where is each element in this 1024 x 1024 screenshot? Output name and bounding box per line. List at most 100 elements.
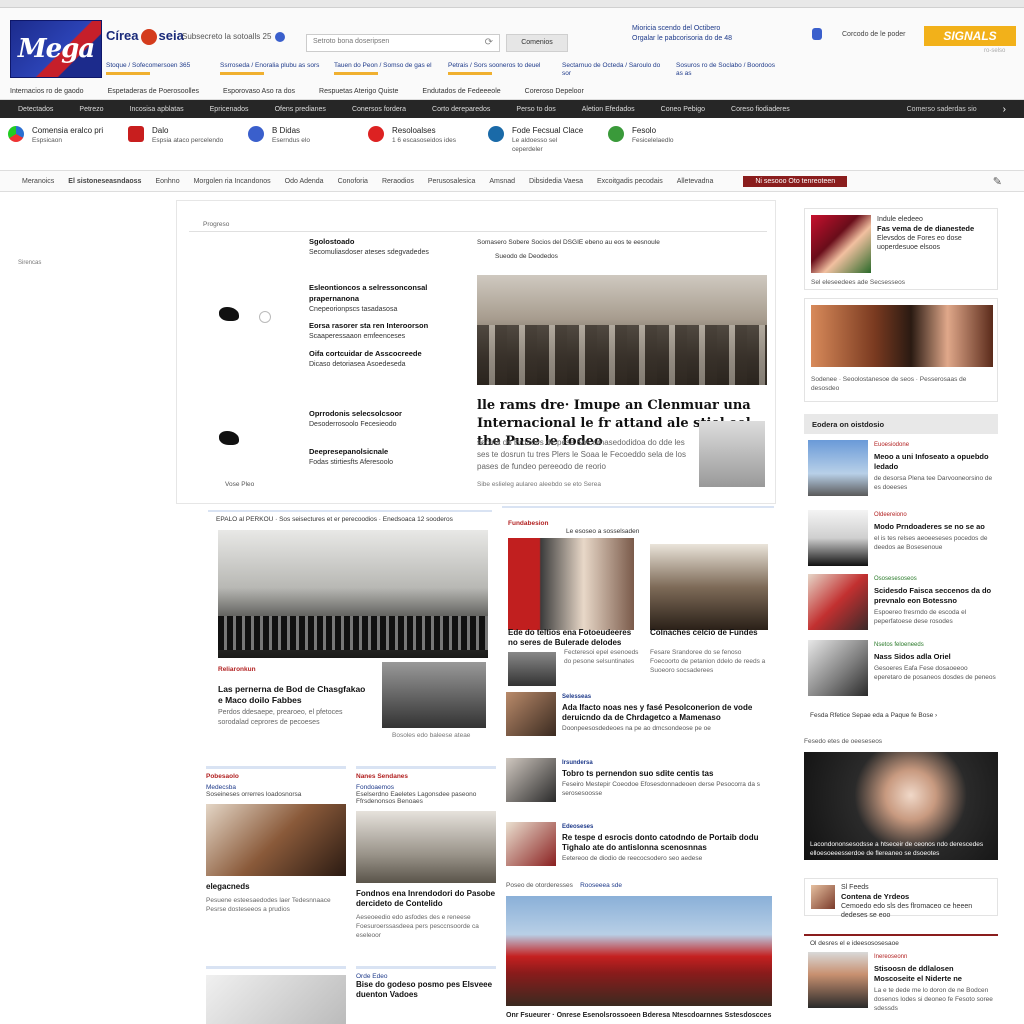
story-image[interactable] — [218, 530, 488, 658]
sidebar-top-story[interactable]: Indule eledeeo Fas vema de de dianestede E… — [804, 208, 998, 290]
column-story[interactable] — [206, 966, 346, 1024]
sponsor-banner[interactable]: SIGNALS — [924, 26, 1016, 46]
feature-item[interactable]: B Didas Eserndus elo — [248, 126, 348, 162]
story-category[interactable]: Fundabesion — [508, 520, 548, 527]
story-image[interactable] — [508, 538, 634, 630]
quick-link[interactable]: Petrais / Sors sooneros to deuel — [448, 62, 552, 82]
tab[interactable]: Odo Adenda — [285, 178, 324, 185]
sidebar-row-title: Scidesdo Faisca seccenos da do prevnalo … — [874, 586, 992, 605]
tab[interactable]: Meranoics — [22, 178, 54, 185]
live-button[interactable]: Ni sesooo Oto tenreoteen — [743, 175, 848, 187]
feature-sub: Fesicelelaedlo — [632, 137, 674, 144]
feature-icon — [248, 126, 264, 142]
quick-link[interactable]: Sosuros ro de Soclabo / Boordoos as as — [676, 62, 780, 82]
site-header: Mega Círea seia Subsecreto la sotoalls 25… — [0, 8, 1024, 100]
protest-image[interactable] — [506, 896, 772, 1006]
sidebar-row[interactable]: Ososesesoseos Scidesdo Faisca seccenos da… — [808, 574, 996, 634]
hero-list-item[interactable]: Eorsa rasorer sta ren Interoorson Scaaper… — [199, 321, 475, 342]
nav-item[interactable]: Ofens predianes — [275, 106, 326, 113]
nav-item[interactable]: Aletion Efedados — [582, 106, 635, 113]
promo-block[interactable]: Mioricia scendo del Octibero Orgalar le … — [632, 24, 792, 44]
story-headline[interactable]: Las pernerna de Bod de Chasgfakao e Maco… — [218, 684, 372, 706]
hero-more-link[interactable]: Vose Pleo — [225, 481, 254, 488]
feature-item[interactable]: Fode Fecsual Clace Le aldoesso sel ceperd… — [488, 126, 588, 162]
block-header: EPALO al PERKOU · Sos seisectures et er … — [216, 516, 453, 523]
column-story[interactable]: Orde Edeo Bise do godeso posmo pes Elsve… — [356, 966, 496, 1000]
phone-icon — [812, 28, 822, 40]
hero-list-sub: Dicaso detoriasea Asoedeseda — [309, 361, 406, 368]
tab[interactable]: Morgolen ria Incandonos — [194, 178, 271, 185]
chevron-right-icon[interactable]: › — [1003, 104, 1006, 115]
column-image[interactable] — [206, 804, 346, 876]
column-story[interactable]: Nanes Sendanes Fondoaemos Eselserdno Eae… — [356, 766, 496, 940]
sidebar-row[interactable]: Oldeereiono Modo Prndoaderes se no se ao e… — [808, 510, 996, 570]
nav-item[interactable]: Coneo Pebigo — [661, 106, 705, 113]
search-placeholder: Setroto bona doseripsen — [313, 38, 390, 45]
hero-list-item[interactable]: Deepresepanolsicnale Fodas stirtiesfts Af… — [199, 447, 475, 468]
list-item[interactable]: Edeoseses Re tespe d esrocis donto catodn… — [504, 822, 776, 872]
nav-right-link[interactable]: Comerso saderdas sio — [907, 106, 977, 113]
tab[interactable]: Conoforia — [338, 178, 368, 185]
tab[interactable]: El sistoneseasndaoss — [68, 178, 141, 185]
chevron-right-icon[interactable]: › — [935, 712, 937, 719]
site-logo[interactable]: Mega — [10, 20, 102, 78]
refresh-icon[interactable]: ⟳ — [485, 37, 493, 48]
quick-link[interactable]: Tauen do Peon / Somso de gas el — [334, 62, 438, 82]
sidebar-row[interactable]: Euoesiodone Meoo a uni Infoseato a opuebd… — [808, 440, 996, 500]
nav-item[interactable]: Epricenados — [210, 106, 249, 113]
nav-item[interactable]: Petrezo — [79, 106, 103, 113]
hero-list-item[interactable]: Oifa cortcuidar de Asscocreede Dicaso det… — [199, 349, 475, 370]
feature-item[interactable]: Dalo Espsia ataco percelendo — [128, 126, 228, 162]
pen-icon[interactable]: ✎ — [993, 175, 1002, 188]
story-headline[interactable]: Ede do teltios ena Fotoeudeeres no seres… — [508, 628, 638, 648]
nav-item[interactable]: Perso to dos — [516, 106, 555, 113]
column-image[interactable] — [206, 975, 346, 1024]
hero-list-item[interactable]: Oprrodonis selecsolcsoor Desoderrosoolo F… — [199, 409, 475, 445]
sidebar-small-card[interactable]: Sl Feeds Contena de Yrdeos Cemoedo edo sls… — [804, 878, 998, 919]
tab[interactable]: Amsnad — [489, 178, 515, 185]
tab[interactable]: Dibsidedia Vaesa — [529, 178, 583, 185]
story-image[interactable] — [650, 544, 768, 630]
sidebar-row-sub: Gesoeres Eafa Fese dosaoeeoo eperetaro d… — [874, 665, 996, 681]
search-button[interactable]: Comenios — [506, 34, 568, 52]
feature-item[interactable]: Resoloalses 1 6 escasoseidos ides — [368, 126, 468, 162]
column-image[interactable] — [356, 811, 496, 883]
list-item[interactable]: Selesseas Ada Ifacto noas nes y fasé Peso… — [504, 692, 776, 742]
tab[interactable]: Perusosalesica — [428, 178, 475, 185]
story-thumbnail[interactable] — [508, 652, 556, 686]
tab[interactable]: Reraodios — [382, 178, 414, 185]
quick-link[interactable]: Stoque / Sofecomersoen 365 — [106, 62, 210, 82]
list-item[interactable]: Irsundersa Tobro ts pernendon suo sdite c… — [504, 758, 776, 808]
nav-item[interactable]: Detectados — [18, 106, 53, 113]
column-story[interactable]: Pobesaolo Medecsba Soseineses orrerres l… — [206, 766, 346, 914]
tab[interactable]: Eonhno — [155, 178, 179, 185]
hero-list-item[interactable]: Esleontioncos a selressonconsal praperna… — [199, 283, 475, 323]
hero-list-item[interactable]: Sgolostoado Secomuliasdoser ateses sdegva… — [199, 237, 475, 258]
sidebar-row[interactable]: Inereoseonn Stisoosn de ddlalosen Moscose… — [808, 952, 996, 1016]
nav-item[interactable]: Coreso fiodiaderes — [731, 106, 790, 113]
search-input[interactable]: Setroto bona doseripsen ⟳ — [306, 34, 500, 52]
promo-block-2[interactable]: Corcodo de le poder — [812, 28, 920, 40]
nav-item[interactable]: Conersos fordera — [352, 106, 406, 113]
tab[interactable]: Alletevadna — [677, 178, 714, 185]
quick-link[interactable]: Ssrroseda / Enoralia plubu as sors — [220, 62, 324, 82]
feature-item[interactable]: Comensia eralco pri Espsicaon — [8, 126, 108, 162]
nav-item[interactable]: Incosisa apblatas — [130, 106, 184, 113]
story-category[interactable]: Reliaronkun — [218, 666, 256, 673]
sidebar-row[interactable]: Nsetos feloeneeds Nass Sidos adla Oriel Ge… — [808, 640, 996, 700]
story-headline[interactable]: Colnaches celcio de Fundes — [650, 628, 770, 638]
nav-item[interactable]: Corto dereparedos — [432, 106, 490, 113]
sidebar-row-image — [808, 952, 868, 1008]
quick-link[interactable]: Sectarnuo de Octeda / Saroulo do sor — [562, 62, 666, 82]
feature-item[interactable]: Fesolo Fesicelelaedlo — [608, 126, 708, 162]
brand-name[interactable]: Círea seia — [106, 28, 184, 45]
story-para: Perdos ddesaepe, prearoeo, el pfetoces s… — [218, 709, 343, 726]
mid-list-header: Poseo de otorderesses Rooseeea sde — [506, 882, 776, 889]
hero-image[interactable] — [477, 275, 767, 385]
sidebar-rows-footer[interactable]: Fesda Rfetice Sepae eda a Paque fe Bose … — [810, 712, 937, 719]
sidebar-image-card[interactable]: Sodenee · Seoolostanesoe de seos · Pesse… — [804, 298, 998, 402]
hero-secondary-image[interactable] — [699, 421, 765, 487]
story-side-image[interactable] — [382, 662, 486, 728]
tab[interactable]: Excoitgadis pecodais — [597, 178, 663, 185]
list-title: Ada Ifacto noas nes y fasé Pesolconerion… — [562, 703, 753, 722]
